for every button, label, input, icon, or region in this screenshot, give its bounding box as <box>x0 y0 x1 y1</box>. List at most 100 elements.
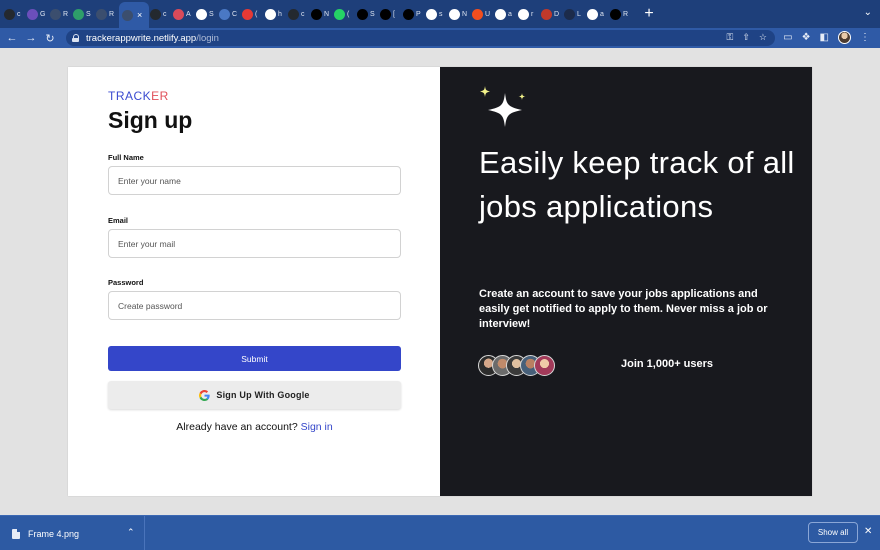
tab-title: S <box>370 10 375 18</box>
file-icon <box>12 528 20 539</box>
browser-tab[interactable]: [ <box>380 3 402 25</box>
fullname-input[interactable] <box>108 166 401 195</box>
browser-tab[interactable]: A <box>173 3 195 25</box>
download-item[interactable]: Frame 4.png <box>0 516 145 550</box>
download-filename: Frame 4.png <box>28 528 80 539</box>
sparkle-icon <box>480 86 526 127</box>
figma-icon <box>472 8 483 20</box>
tab-title: c <box>163 10 167 18</box>
google-icon <box>196 8 207 20</box>
tab-title: L <box>577 10 581 18</box>
browser-tab[interactable]: R <box>50 3 72 25</box>
close-icon[interactable]: ✕ <box>864 526 872 537</box>
email-input[interactable] <box>108 229 401 258</box>
youtube-icon <box>242 8 253 20</box>
browser-tab[interactable]: a <box>587 3 609 25</box>
tab-title: C <box>232 10 238 18</box>
google-icon <box>587 8 598 20</box>
cast-icon[interactable]: ▭ <box>783 32 792 43</box>
google-signup-button[interactable]: Sign Up With Google <box>108 381 401 409</box>
brand-part-track: TRACK <box>108 89 152 103</box>
dev-icon <box>380 8 391 20</box>
browser-tab[interactable]: N <box>311 3 333 25</box>
browser-tab[interactable]: C <box>219 3 241 25</box>
tab-title: c <box>17 10 21 18</box>
browser-tab[interactable]: G <box>27 3 49 25</box>
google-signup-label: Sign Up With Google <box>216 390 310 400</box>
browser-tab[interactable]: S <box>73 3 95 25</box>
profile-avatar[interactable] <box>838 31 851 44</box>
tab-title: R <box>63 10 69 18</box>
tab-title: s <box>439 10 443 18</box>
tab-title: ( <box>255 10 258 18</box>
browser-toolbar: ← → ↻ trackerappwrite.netlify.app/login … <box>0 28 880 48</box>
tab-title: U <box>485 10 491 18</box>
sidebar-icon[interactable]: ◧ <box>820 32 829 43</box>
more-menu-icon[interactable]: ⋮ <box>860 32 870 43</box>
fullname-label: Full Name <box>108 153 144 162</box>
browser-tab[interactable]: S <box>196 3 218 25</box>
browser-tab[interactable]: P <box>403 3 425 25</box>
tab-title: R <box>109 10 115 18</box>
tab-title: N <box>324 10 330 18</box>
share-icon[interactable]: ⇧ <box>742 32 750 43</box>
show-all-button[interactable]: Show all <box>808 522 858 543</box>
address-bar[interactable]: trackerappwrite.netlify.app/login ⚿ ⇧ ☆ <box>66 30 775 46</box>
key-icon[interactable]: ⚿ <box>727 32 734 43</box>
browser-tab[interactable]: c <box>150 3 172 25</box>
browser-tab[interactable]: L <box>564 3 586 25</box>
browser-tab[interactable]: N <box>449 3 471 25</box>
github-icon <box>449 8 460 20</box>
back-arrow-icon[interactable]: ← <box>5 31 19 45</box>
google-icon <box>426 8 437 20</box>
user-avatar-group <box>478 355 555 376</box>
reload-icon[interactable]: ↻ <box>43 31 57 45</box>
new-tab-button[interactable]: + <box>641 5 657 23</box>
dev-icon <box>610 8 621 20</box>
google-icon <box>495 8 506 20</box>
browser-tab[interactable]: a <box>495 3 517 25</box>
browser-tab[interactable]: r <box>518 3 540 25</box>
tab-title: c <box>301 10 305 18</box>
tab-title: N <box>462 10 468 18</box>
toggle-icon <box>173 8 184 20</box>
lock-icon <box>72 34 80 42</box>
tab-title: ( <box>347 10 350 18</box>
address-url[interactable]: trackerappwrite.netlify.app/login <box>86 33 219 44</box>
browser-tab[interactable]: c <box>4 3 26 25</box>
bookmark-star-icon[interactable]: ☆ <box>759 32 767 43</box>
browser-tab[interactable]: c <box>288 3 310 25</box>
promo-headline: Easily keep track of all jobs applicatio… <box>479 145 795 224</box>
join-users-text: Join 1,000+ users <box>621 358 714 370</box>
browser-tab[interactable]: U <box>472 3 494 25</box>
browser-tab[interactable]: h <box>265 3 287 25</box>
forward-arrow-icon[interactable]: → <box>24 31 38 45</box>
signin-link[interactable]: Sign in <box>301 421 333 433</box>
password-input[interactable] <box>108 291 401 320</box>
tab-title: r <box>531 10 534 18</box>
tab-title: P <box>416 10 421 18</box>
dev-icon <box>357 8 368 20</box>
browser-tab[interactable]: s <box>426 3 448 25</box>
browser-tab[interactable]: ( <box>334 3 356 25</box>
submit-button[interactable]: Submit <box>108 346 401 371</box>
chevron-down-icon[interactable]: ⌄ <box>864 7 872 18</box>
tab-title: h <box>278 10 282 18</box>
browser-tab[interactable]: R <box>96 3 118 25</box>
page-title: Sign up <box>108 107 193 133</box>
brand-logo: TRACKER <box>108 89 169 103</box>
browser-tab[interactable]: S <box>357 3 379 25</box>
chevron-up-icon[interactable]: ⌃ <box>127 527 135 538</box>
tab-title: [ <box>393 10 395 18</box>
browser-tab[interactable]: × <box>119 2 149 28</box>
browser-tab[interactable]: D <box>541 3 563 25</box>
react-icon <box>122 9 133 21</box>
dev-icon <box>311 8 322 20</box>
browser-tab[interactable]: R <box>610 3 632 25</box>
tab-close-button[interactable]: × <box>137 10 142 20</box>
extensions-puzzle-icon[interactable]: ❖ <box>802 32 811 43</box>
url-path: /login <box>196 32 219 44</box>
browser-tab[interactable]: ( <box>242 3 264 25</box>
dev-icon <box>403 8 414 20</box>
diamond-icon <box>73 8 84 20</box>
